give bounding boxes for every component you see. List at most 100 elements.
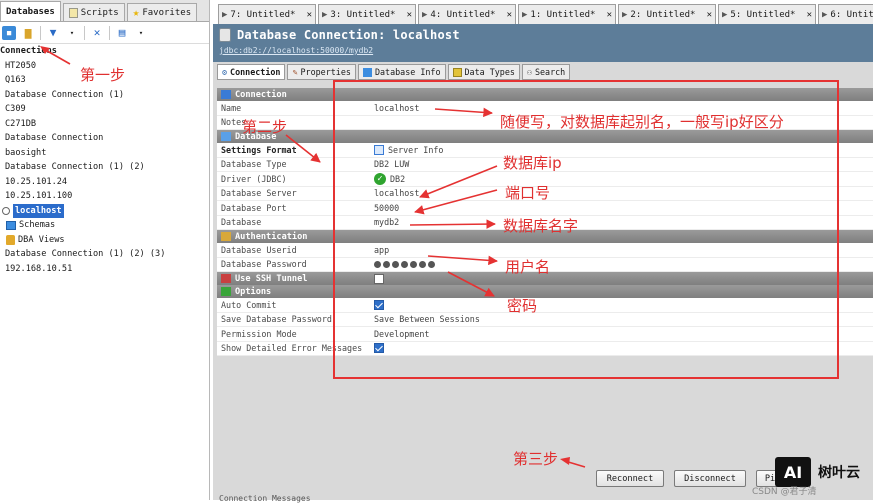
annotation-step2: 第二步 [242, 118, 288, 136]
save-password-select[interactable]: Save Between Sessions [370, 314, 873, 324]
password-dot [383, 260, 390, 268]
tree-header-label: Connections [0, 46, 57, 56]
error-messages-checkbox[interactable] [374, 343, 384, 354]
editor-tab[interactable]: ▶ 5: Untitled* ✕ [718, 4, 816, 24]
annotation-user-note: 用户名 [505, 258, 551, 276]
tree-item-dba-views[interactable]: DBA Views [0, 233, 209, 248]
close-icon[interactable]: ✕ [707, 10, 712, 20]
permission-label: Permission Mode [221, 328, 297, 339]
tab-favorites[interactable]: ★ Favorites [126, 3, 198, 21]
tree-item[interactable]: Database Connection (1) (2) [0, 160, 209, 175]
play-icon: ▶ [822, 9, 828, 20]
tree-item[interactable]: Database Connection [0, 131, 209, 146]
database-section-icon [221, 132, 231, 141]
tree-item[interactable]: Database Connection (1) (2) (3) [0, 247, 209, 262]
close-icon[interactable]: ✕ [307, 10, 312, 20]
database-icon [219, 28, 231, 42]
driver-value: DB2 [390, 173, 406, 184]
tab-databases[interactable]: Databases [0, 1, 61, 21]
section-title: Authentication [235, 231, 308, 242]
password-field[interactable] [370, 260, 873, 268]
close-icon[interactable]: ✕ [407, 10, 412, 20]
view-options-icon[interactable]: ▤ [115, 26, 129, 40]
userid-field[interactable]: app [370, 245, 873, 255]
section-connection[interactable]: Connection [217, 88, 873, 101]
tab-data-types-label: Data Types [464, 67, 515, 77]
close-icon[interactable]: ✕ [607, 10, 612, 20]
tree-item[interactable]: 192.168.10.51 [0, 262, 209, 277]
disconnect-button[interactable]: Disconnect [674, 470, 746, 487]
editor-tab[interactable]: ▶6: Untitled* [818, 4, 873, 24]
toolbar-divider [109, 25, 110, 40]
tab-scripts-label: Scripts [80, 7, 119, 18]
tab-properties[interactable]: ✎ Properties [287, 64, 356, 80]
autocommit-checkbox[interactable] [374, 299, 384, 310]
expand-toggle-icon[interactable] [2, 206, 10, 215]
close-icon[interactable]: ✕ [507, 10, 512, 20]
tree-item[interactable]: C271DB [0, 117, 209, 132]
tree-header-connections: Connections [0, 44, 209, 59]
tab-database-info[interactable]: Database Info [357, 64, 446, 80]
tree-item[interactable]: 10.25.101.24 [0, 175, 209, 190]
dropdown-arrow-icon[interactable]: ▾ [65, 26, 79, 40]
toolbar-divider [40, 25, 41, 40]
annotation-step1: 第一步 [80, 66, 126, 84]
tree-item[interactable]: Database Connection (1) [0, 88, 209, 103]
editor-tab[interactable]: ▶ 7: Untitled* ✕ [218, 4, 316, 24]
tree-item-label: Database Connection (1) [5, 89, 124, 100]
database-field[interactable]: mydb2 [370, 217, 873, 227]
editor-tab[interactable]: ▶ 2: Untitled* ✕ [618, 4, 716, 24]
driver-select[interactable]: ✓ DB2 [370, 172, 873, 185]
tree-item-label: Schemas [19, 220, 56, 230]
editor-tab-label: 3: Untitled* [330, 9, 396, 20]
jdbc-url-link[interactable]: jdbc:db2://localhost:50000/mydb2 [219, 46, 867, 55]
ssh-tunnel-checkbox[interactable] [374, 273, 385, 284]
tab-search[interactable]: ⚇ Search [521, 64, 571, 80]
tree-item-selected[interactable]: localhost [0, 203, 209, 218]
port-field[interactable]: 50000 [370, 203, 873, 213]
tree-item[interactable]: 10.25.101.100 [0, 189, 209, 204]
close-icon[interactable]: ✕ [807, 10, 812, 20]
tree-item[interactable]: baosight [0, 146, 209, 161]
tree-item[interactable]: C309 [0, 102, 209, 117]
check-circle-icon: ✓ [374, 172, 386, 185]
editor-tab[interactable]: ▶ 1: Untitled* ✕ [518, 4, 616, 24]
editor-tab-label: 6: Untitled* [830, 9, 873, 20]
tab-databases-label: Databases [6, 6, 55, 17]
dropdown-arrow-icon[interactable]: ▾ [134, 26, 148, 40]
collapse-all-icon[interactable]: ✕ [90, 26, 104, 40]
password-mask [374, 260, 435, 268]
tab-connection[interactable]: ⚙ Connection [217, 64, 286, 80]
database-info-icon [362, 67, 372, 77]
new-folder-icon[interactable]: ▆ [21, 26, 35, 40]
db-type-select[interactable]: DB2 LUW [370, 159, 873, 169]
userid-label: Database Userid [221, 244, 297, 255]
lock-icon [6, 234, 15, 245]
key-icon [221, 232, 231, 241]
tab-properties-label: Properties [300, 67, 351, 77]
permission-select[interactable]: Development [370, 329, 873, 339]
tab-scripts[interactable]: Scripts [62, 3, 125, 21]
db-type-label: Database Type [221, 159, 287, 170]
settings-format-label: Settings Format [221, 144, 297, 155]
error-messages-label: Show Detailed Error Messages [221, 343, 363, 354]
tab-data-types[interactable]: Data Types [447, 64, 520, 80]
filter-icon[interactable]: ▼ [46, 26, 60, 40]
tree-item-schemas[interactable]: Schemas [0, 218, 209, 233]
server-info-icon [374, 144, 384, 155]
tree-item-label: Q163 [5, 75, 26, 85]
new-connection-icon[interactable]: ▪ [2, 25, 16, 40]
tree-item-label: Database Connection (1) (2) [5, 162, 145, 172]
editor-title-row: Database Connection: localhost [219, 28, 867, 42]
editor-tab[interactable]: ▶ 3: Untitled* ✕ [318, 4, 416, 24]
port-row: Database Port 50000 [217, 201, 873, 216]
editor-header: Database Connection: localhost jdbc:db2:… [213, 24, 873, 62]
gear-icon: ⚙ [222, 67, 228, 77]
annotation-password-note: 密码 [507, 297, 538, 315]
server-field[interactable]: localhost [370, 188, 873, 198]
section-options[interactable]: Options [217, 285, 873, 298]
editor-tab[interactable]: ▶ 4: Untitled* ✕ [418, 4, 516, 24]
reconnect-button[interactable]: Reconnect [596, 470, 664, 487]
settings-format-select[interactable]: Server Info [370, 144, 873, 155]
error-messages-row: Show Detailed Error Messages [217, 341, 873, 356]
